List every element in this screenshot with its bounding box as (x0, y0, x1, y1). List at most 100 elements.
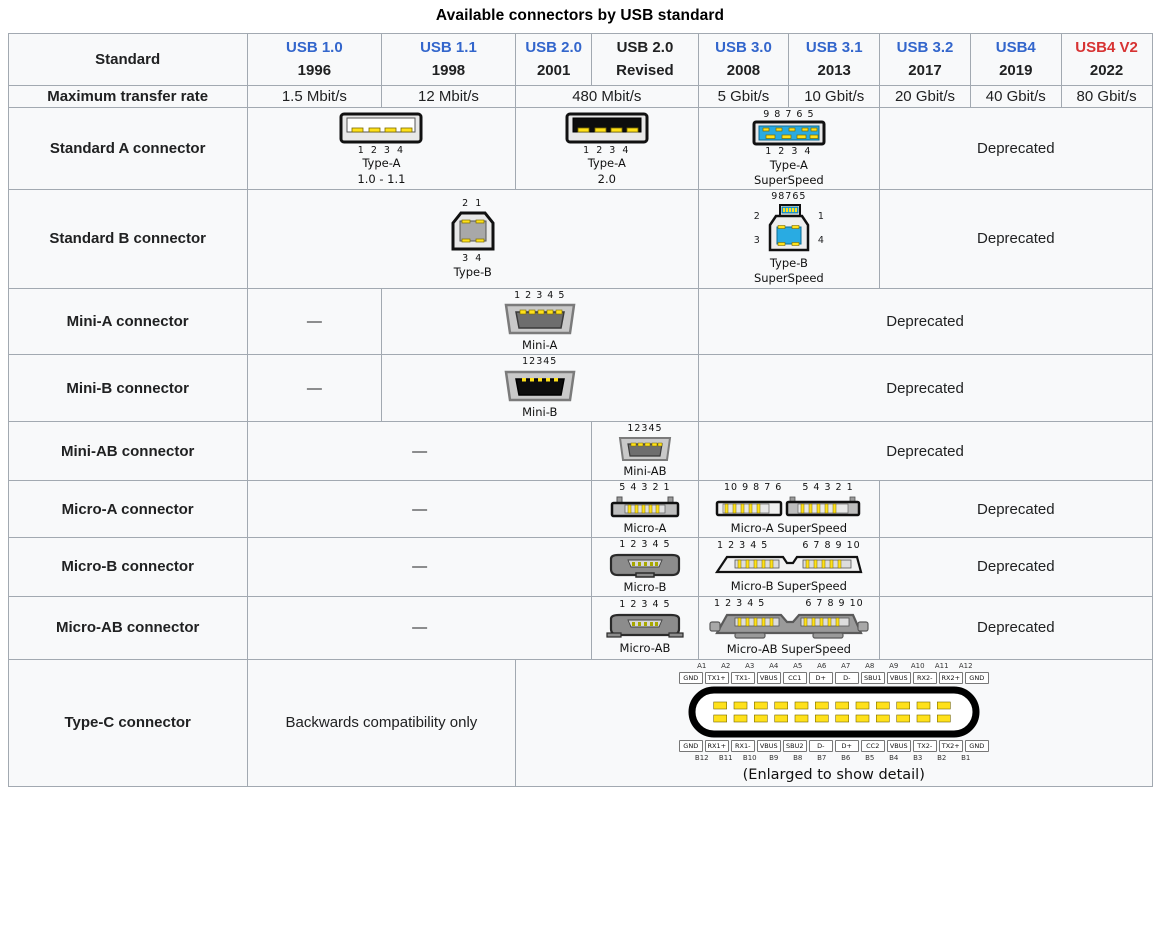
version-label[interactable]: USB 1.0 (251, 36, 378, 59)
type-c-pin-contact (835, 701, 849, 710)
type-c-pin-contact (936, 701, 951, 710)
table-row-micro-b: Micro-B connector — 1 2 3 4 5 Micro-B 1 … (7, 537, 1153, 597)
pin-numbers-top: 1 2 3 4 5 (514, 289, 566, 301)
column-header-usb-3-0: USB 3.0 2008 (697, 33, 790, 86)
table-row-mini-a: Mini-A connector — 1 2 3 4 5 Mini-A Depr… (7, 287, 1153, 356)
table-row-mini-ab: Mini-AB connector — 12345 Mini-AB Deprec… (7, 421, 1153, 482)
version-label[interactable]: USB 1.1 (385, 36, 512, 59)
year-label: 2001 (536, 62, 571, 80)
pin-numbers-right: 5 4 3 2 1 (802, 482, 854, 494)
figure-caption-line1: Micro-A SuperSpeed (730, 520, 847, 535)
cell-micro-a-deprecated: Deprecated (879, 480, 1153, 538)
cell-micro-a: 5 4 3 2 1 Micro-A (591, 480, 699, 538)
type-c-bottom-pin-ids: B12 B11 B10 B9 B8 B7 B6 B5 B4 B3 B2 B1 (691, 754, 977, 762)
version-label[interactable]: USB 3.0 (702, 36, 786, 59)
type-c-pin-id: B4 (889, 753, 899, 762)
type-c-pin-contact (753, 701, 768, 710)
cell-mini-a-dash: — (246, 287, 382, 356)
column-header-usb4: USB4 2019 (969, 33, 1062, 86)
pin-numbers-top: 5 4 3 2 1 (619, 482, 671, 494)
figure-caption-line1: Type-A (587, 156, 626, 171)
type-c-pin-id: A6 (817, 661, 827, 670)
type-c-pin-name: RX2+ (938, 671, 963, 684)
cell-mini-a: 1 2 3 4 5 Mini-A (380, 287, 699, 356)
micro-ab-connector-icon (605, 610, 685, 640)
type-c-pin-contact (774, 714, 788, 723)
pin-numbers-bottom: 1 2 3 4 (765, 146, 813, 157)
year-label: 1998 (431, 62, 466, 80)
version-label: USB 2.0 (616, 39, 674, 56)
type-c-pin-name: CC2 (860, 739, 885, 752)
type-c-pin-name: VBUS (886, 671, 911, 684)
type-c-pin-id: A4 (769, 661, 779, 670)
year-label: 2019 (999, 62, 1033, 80)
cell-micro-ab-dash: — (246, 595, 593, 660)
column-header-usb4-v2: USB4 V2 2022 (1060, 33, 1153, 86)
figure-caption-line2: 1.0 - 1.1 (357, 171, 406, 186)
type-c-pin-id: B3 (913, 753, 923, 762)
table-row-standard-a: Standard A connector 1 2 3 4 Type-A 1.0 … (7, 106, 1153, 191)
pin-numbers-bottom: 1 2 3 4 (583, 144, 631, 156)
pin-numbers-left: 1 2 3 4 5 (717, 540, 769, 551)
type-c-pin-name: D+ (834, 739, 859, 752)
version-label[interactable]: USB 3.1 (792, 36, 876, 59)
version-label[interactable]: USB4 (974, 36, 1058, 59)
version-label[interactable]: USB 3.2 (883, 36, 967, 59)
type-c-pin-name: VBUS (756, 739, 781, 752)
pin-number-right-bottom: 4 (817, 235, 824, 247)
year-label: 2022 (1089, 62, 1124, 80)
cell-mini-ab: 12345 Mini-AB (591, 421, 699, 482)
type-c-pin-contact (794, 701, 809, 710)
type-c-pin-name: CC1 (782, 671, 807, 684)
row-header-type-c: Type-C connector (7, 658, 248, 787)
type-c-enlarged-note: (Enlarged to show detail) (742, 766, 925, 783)
pin-numbers-top: 2 1 (462, 197, 484, 209)
type-c-pin-name: RX2- (912, 671, 937, 684)
pin-number-right-top: 1 (817, 211, 824, 223)
type-c-pin-id: B8 (793, 753, 803, 762)
year-label: 1996 (297, 62, 332, 80)
cell-micro-ab-deprecated: Deprecated (879, 595, 1153, 660)
table-row-type-c: Type-C connector Backwards compatibility… (7, 658, 1153, 787)
cell-micro-a-superspeed: 10 9 8 7 6 5 4 3 2 1 Micro-A SuperSpeed (697, 480, 881, 538)
cell-type-b: 2 1 3 4 Type-B (246, 189, 699, 289)
figure-micro-b: 1 2 3 4 5 Micro-B (595, 540, 694, 594)
version-label[interactable]: USB4 V2 (1065, 36, 1149, 59)
type-c-pin-id: A9 (889, 661, 899, 670)
row-header-micro-ab: Micro-AB connector (7, 595, 248, 660)
type-c-pin-name: D- (834, 671, 859, 684)
pin-number-left-top: 2 (753, 211, 760, 223)
figure-micro-a: 5 4 3 2 1 Micro-A (595, 483, 694, 535)
type-c-pin-id: A11 (934, 661, 949, 670)
type-c-connector-icon (688, 686, 980, 738)
cell-micro-a-dash: — (246, 480, 593, 538)
column-header-usb-1-0: USB 1.0 1996 (246, 33, 382, 86)
type-c-pin-contact (896, 714, 910, 723)
figure-caption-line1: Type-A (769, 157, 808, 172)
figure-caption-line1: Micro-AB SuperSpeed (726, 642, 851, 657)
type-c-pin-id: A10 (910, 661, 925, 670)
version-label[interactable]: USB 2.0 (519, 36, 588, 59)
type-c-pin-contact (753, 714, 768, 723)
row-header-standard-b: Standard B connector (7, 189, 248, 289)
type-c-pin-name: TX2- (912, 739, 937, 752)
type-c-pin-name: VBUS (756, 671, 781, 684)
cell-mini-ab-deprecated: Deprecated (697, 421, 1153, 482)
figure-type-a-usb2: 1 2 3 4 Type-A 2.0 (519, 111, 695, 186)
type-c-pin-name: GND (964, 739, 989, 752)
figure-type-a-usb1: 1 2 3 4 Type-A 1.0 - 1.1 (251, 111, 512, 186)
row-header-standard-a: Standard A connector (7, 106, 248, 191)
mini-a-connector-icon (500, 301, 580, 337)
cell-mini-b-deprecated: Deprecated (697, 354, 1153, 423)
type-c-pin-name: SBU1 (860, 671, 885, 684)
type-c-pin-name: RX1+ (704, 739, 729, 752)
type-c-pin-name: TX2+ (938, 739, 963, 752)
figure-micro-ab: 1 2 3 4 5 Micro-AB (595, 600, 694, 656)
pin-numbers-left: 10 9 8 7 6 (724, 482, 783, 494)
cell-micro-ab: 1 2 3 4 5 Micro-AB (591, 595, 699, 660)
type-c-top-pin-ids: A1 A2 A3 A4 A5 A6 A7 A8 A9 A10 A11 A12 (691, 662, 977, 670)
type-a-connector-icon (564, 111, 650, 145)
type-c-pin-contact (794, 714, 809, 723)
figure-caption-line2: SuperSpeed (753, 172, 824, 187)
column-header-usb-2-0-revised: USB 2.0 Revised (591, 33, 699, 86)
